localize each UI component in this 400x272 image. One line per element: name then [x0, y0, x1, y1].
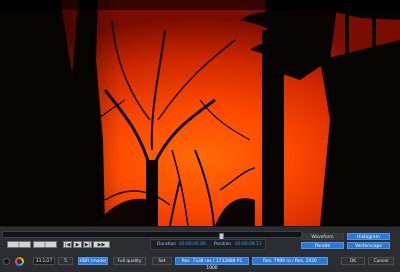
- set-button[interactable]: Set: [152, 257, 172, 265]
- vectorscope-toggle[interactable]: Vectorscope: [347, 242, 390, 249]
- last-frame-button[interactable]: ▶▶: [93, 241, 110, 248]
- color-wheel-icon[interactable]: [15, 257, 24, 266]
- duration-value: 00:00:00.00: [179, 242, 206, 247]
- hdr-mode-button[interactable]: HDR (mode): [78, 257, 108, 265]
- play-button[interactable]: ▶: [73, 241, 82, 248]
- histogram-toggle[interactable]: Histogram: [347, 233, 390, 240]
- seek-bar[interactable]: [2, 231, 302, 244]
- start-marker-button[interactable]: |: [7, 241, 31, 248]
- position-label: Position: [214, 242, 232, 247]
- end-marker-button[interactable]: |: [33, 241, 57, 248]
- parade-toggle[interactable]: Parade: [301, 242, 344, 249]
- preview-viewer: [0, 0, 400, 226]
- resolution-info-b[interactable]: Res. 7999 ro / Res. 2020: [252, 257, 328, 265]
- prev-frame-button[interactable]: |◀: [63, 241, 72, 248]
- full-quality-button[interactable]: Full quality: [113, 257, 146, 265]
- position-value: 00:00:09.17: [235, 242, 262, 247]
- control-panel: | | |◀ ▶ ▶| ▶▶ Duration 00:00:00.00 Posi…: [0, 226, 400, 271]
- zoom-step-field[interactable]: 5: [58, 257, 73, 265]
- resolution-info-a[interactable]: Res. 7338 res / 1732888 P1 1000: [175, 257, 249, 271]
- duration-label: Duration: [157, 242, 177, 247]
- timecode-panel: Duration 00:00:00.00 Position 00:00:09.1…: [150, 239, 266, 250]
- zoom-field[interactable]: 33.1/27: [33, 257, 55, 265]
- next-frame-button[interactable]: ▶|: [83, 241, 92, 248]
- app-logo-icon: [3, 258, 10, 265]
- sunset-forest-image: [0, 0, 400, 226]
- cancel-button[interactable]: Cancel: [368, 257, 394, 265]
- ok-button[interactable]: OK: [341, 257, 365, 265]
- waveform-toggle[interactable]: Waveform: [301, 233, 344, 240]
